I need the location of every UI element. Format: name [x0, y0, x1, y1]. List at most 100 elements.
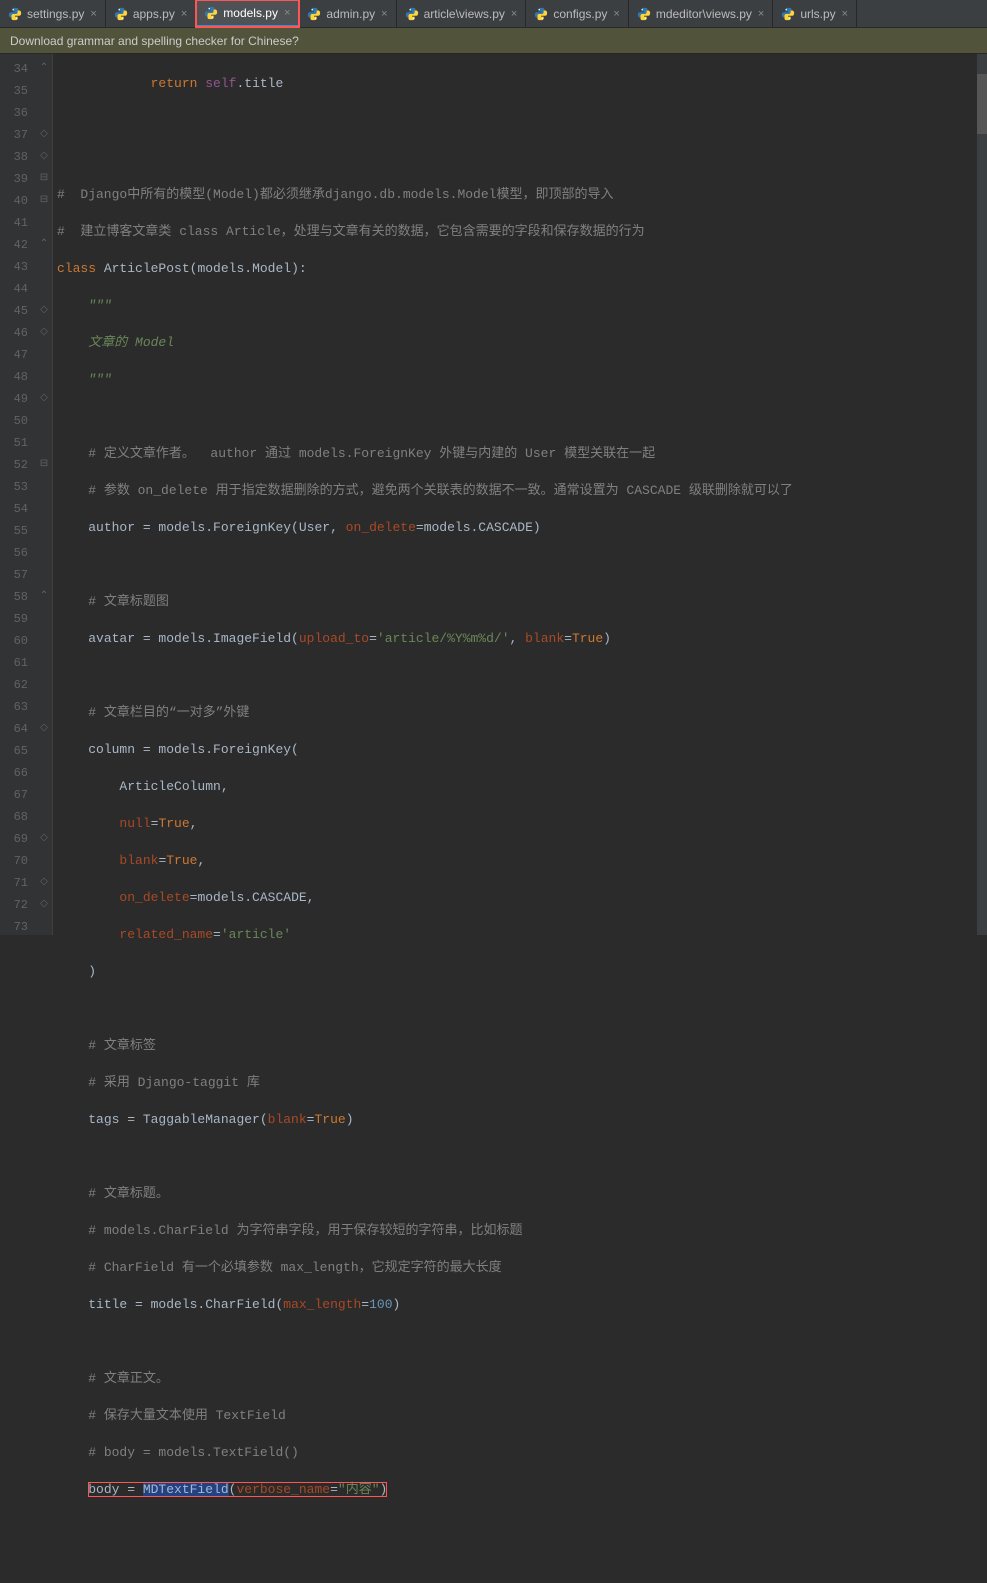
python-icon	[114, 7, 128, 21]
code-token: )	[346, 1112, 354, 1127]
python-icon	[781, 7, 795, 21]
close-icon[interactable]: ×	[284, 7, 290, 19]
code-editor: 3435363738394041424344454647484950515253…	[0, 54, 987, 935]
tab-article-views[interactable]: article\views.py×	[397, 0, 527, 27]
python-icon	[8, 7, 22, 21]
code-token: True	[572, 631, 603, 646]
code-token: )	[88, 964, 96, 979]
code-comment: # 文章标签	[88, 1038, 156, 1053]
code-comment: # 保存大量文本使用 TextField	[88, 1408, 286, 1423]
code-token: blank	[525, 631, 564, 646]
code-comment: # 文章栏目的“一对多”外键	[88, 705, 249, 720]
python-icon	[307, 7, 321, 21]
highlighted-code: body = MDTextField(verbose_name="内容")	[88, 1482, 387, 1497]
scroll-thumb[interactable]	[977, 74, 987, 134]
code-token: title = models.CharField(	[88, 1297, 283, 1312]
tab-label: configs.py	[553, 7, 607, 21]
code-token: null	[119, 816, 150, 831]
code-comment: # 文章标题图	[88, 594, 169, 609]
tab-label: urls.py	[800, 7, 835, 21]
code-token: class	[57, 261, 96, 276]
code-token: =	[307, 1112, 315, 1127]
code-comment: # 定义文章作者。 author 通过 models.ForeignKey 外键…	[88, 446, 655, 461]
code-comment: # 文章标题。	[88, 1186, 169, 1201]
code-token: (	[229, 1482, 237, 1497]
python-icon	[534, 7, 548, 21]
code-token: on_delete	[119, 890, 189, 905]
code-token: return	[151, 76, 198, 91]
code-token: blank	[119, 853, 158, 868]
code-token: on_delete	[346, 520, 416, 535]
code-token: )	[393, 1297, 401, 1312]
tab-label: admin.py	[326, 7, 375, 21]
tab-label: settings.py	[27, 7, 84, 21]
code-token: =	[564, 631, 572, 646]
code-token: verbose_name	[236, 1482, 330, 1497]
code-comment: # 参数 on_delete 用于指定数据删除的方式，避免两个关联表的数据不一致…	[88, 483, 793, 498]
code-token: max_length	[283, 1297, 361, 1312]
code-token: )	[380, 1482, 388, 1497]
code-token: column = models.ForeignKey(	[88, 742, 299, 757]
code-token: upload_to	[299, 631, 369, 646]
tab-apps[interactable]: apps.py ×	[106, 0, 196, 27]
vertical-scrollbar[interactable]	[977, 54, 987, 935]
code-token: tags = TaggableManager(	[88, 1112, 267, 1127]
code-token: (models.Model):	[190, 261, 307, 276]
code-token: avatar = models.ImageField(	[88, 631, 299, 646]
code-area[interactable]: return self.title # Django中所有的模型(Model)都…	[52, 54, 987, 935]
tab-label: apps.py	[133, 7, 175, 21]
code-token: True	[166, 853, 197, 868]
tab-mdeditor-views[interactable]: mdeditor\views.py ×	[629, 0, 773, 27]
code-token: ,	[197, 853, 205, 868]
python-icon	[637, 7, 651, 21]
tab-configs[interactable]: configs.py ×	[526, 0, 628, 27]
close-icon[interactable]: ×	[511, 8, 517, 20]
code-comment: # 建立博客文章类 class Article，处理与文章有关的数据，它包含需要…	[57, 224, 645, 239]
code-token: ArticlePost	[104, 261, 190, 276]
code-token: ,	[510, 631, 526, 646]
code-token: =	[369, 631, 377, 646]
code-comment: # models.CharField 为字符串字段，用于保存较短的字符串，比如标…	[88, 1223, 522, 1238]
code-token: body =	[88, 1482, 143, 1497]
close-icon[interactable]: ×	[758, 8, 764, 20]
python-icon	[405, 7, 419, 21]
tab-label: models.py	[223, 6, 278, 20]
tab-bar: settings.py × apps.py × models.py × admin.p…	[0, 0, 987, 28]
close-icon[interactable]: ×	[90, 8, 96, 20]
close-icon[interactable]: ×	[613, 8, 619, 20]
tab-models[interactable]: models.py ×	[196, 0, 299, 27]
code-token: ,	[307, 890, 315, 905]
code-token: ,	[190, 816, 198, 831]
code-comment: # CharField 有一个必填参数 max_length，它规定字符的最大长…	[88, 1260, 501, 1275]
code-comment: # 采用 Django-taggit 库	[88, 1075, 260, 1090]
code-token: 100	[369, 1297, 392, 1312]
code-token: blank	[268, 1112, 307, 1127]
code-docstring: """	[88, 372, 111, 387]
close-icon[interactable]: ×	[842, 8, 848, 20]
code-comment: # Django中所有的模型(Model)都必须继承django.db.mode…	[57, 187, 613, 202]
code-token: "内容"	[338, 1482, 380, 1497]
code-token: )	[603, 631, 611, 646]
code-comment: # 文章正文。	[88, 1371, 169, 1386]
code-token: models.CASCADE	[197, 890, 306, 905]
code-token: =models.CASCADE)	[416, 520, 541, 535]
code-token: True	[158, 816, 189, 831]
tab-admin[interactable]: admin.py ×	[299, 0, 396, 27]
close-icon[interactable]: ×	[181, 8, 187, 20]
code-token: =	[361, 1297, 369, 1312]
code-token: .title	[236, 76, 283, 91]
code-docstring: Model	[135, 335, 174, 350]
close-icon[interactable]: ×	[381, 8, 387, 20]
notification-banner[interactable]: Download grammar and spelling checker fo…	[0, 28, 987, 54]
code-token: 'article/%Y%m%d/'	[377, 631, 510, 646]
code-docstring: """	[88, 298, 111, 313]
code-token: ArticleColumn	[119, 779, 220, 794]
python-icon	[204, 6, 218, 20]
code-token: ,	[221, 779, 229, 794]
tab-settings[interactable]: settings.py ×	[0, 0, 106, 27]
line-gutter: 3435363738394041424344454647484950515253…	[0, 54, 36, 935]
code-token: self	[205, 76, 236, 91]
tab-label: mdeditor\views.py	[656, 7, 752, 21]
tab-urls[interactable]: urls.py ×	[773, 0, 857, 27]
code-token: ,	[330, 520, 346, 535]
